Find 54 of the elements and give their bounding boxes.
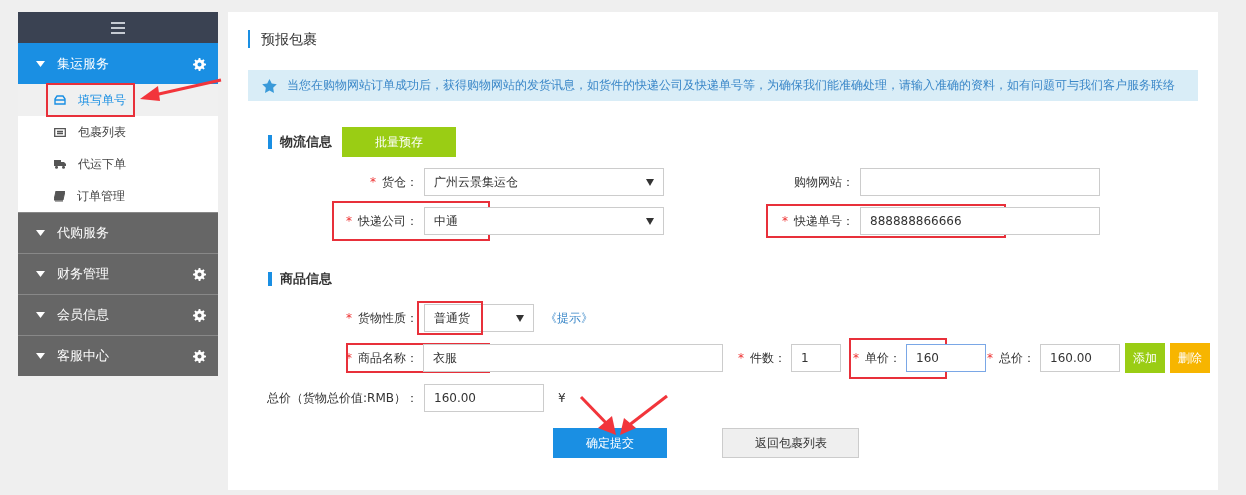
sidebar-section[interactable]: 客服中心 xyxy=(18,335,218,376)
caret-icon xyxy=(36,312,45,318)
select-field[interactable]: 广州云景集运仓 xyxy=(424,168,664,196)
caret-icon xyxy=(36,230,45,236)
settings-icon[interactable] xyxy=(193,57,206,71)
input-field[interactable]: 160.00 xyxy=(1040,344,1120,372)
sidebar-item[interactable]: 包裹列表 xyxy=(18,116,218,148)
field-label: * 件数： xyxy=(738,349,786,367)
pointer-arrow xyxy=(579,395,616,435)
sidebar-section[interactable]: 财务管理 xyxy=(18,253,218,294)
sidebar-section[interactable]: 代购服务 xyxy=(18,212,218,253)
page-title: 预报包裹 xyxy=(248,30,1198,48)
field-label: * 快递公司： xyxy=(346,212,418,230)
truck-icon xyxy=(54,159,66,169)
sidebar-item[interactable]: 代运下单 xyxy=(18,148,218,180)
settings-icon[interactable] xyxy=(193,267,206,281)
pointer-arrow xyxy=(620,394,668,435)
field-label: 总价（货物总价值:RMB）： xyxy=(267,389,418,407)
caret-icon xyxy=(646,217,654,225)
highlight-frame xyxy=(417,301,483,335)
input-field[interactable]: 160.00 xyxy=(424,384,544,412)
section-heading: 商品信息 xyxy=(268,272,332,286)
settings-icon[interactable] xyxy=(193,308,206,322)
settings-icon[interactable] xyxy=(193,349,206,363)
field-label: 购物网站： xyxy=(794,173,854,191)
field-label: * 货物性质： xyxy=(346,309,418,327)
input-field[interactable]: 160 xyxy=(906,344,986,372)
input-field[interactable]: 1 xyxy=(791,344,841,372)
field-label: * 总价： xyxy=(987,349,1035,367)
caret-icon xyxy=(36,353,45,359)
star-icon xyxy=(262,78,277,93)
input-field[interactable]: 衣服 xyxy=(423,344,723,372)
input-field[interactable] xyxy=(860,168,1100,196)
tray-icon xyxy=(54,95,66,105)
caret-icon xyxy=(36,61,45,67)
field-label: * 单价： xyxy=(853,349,901,367)
field-label: * 快递单号： xyxy=(782,212,854,230)
back-button[interactable]: 返回包裹列表 xyxy=(722,428,859,458)
menu-icon[interactable] xyxy=(111,21,125,34)
currency-symbol: ¥ xyxy=(558,391,566,405)
section-heading: 物流信息 xyxy=(268,135,332,149)
sidebar-item[interactable]: 订单管理 xyxy=(18,180,218,212)
caret-icon xyxy=(646,178,654,186)
book-icon xyxy=(54,190,65,202)
caret-icon xyxy=(516,314,524,322)
sidebar-section[interactable]: 会员信息 xyxy=(18,294,218,335)
notice-text: 当您在购物网站订单成功后，获得购物网站的发货讯息，如货件的快递公司及快递单号等，为确保我们能准确处理，请输入准确的资料，如有问题可与我们客户服务联络 xyxy=(287,77,1175,94)
select-field[interactable]: 中通 xyxy=(424,207,664,235)
caret-icon xyxy=(36,271,45,277)
field-label: * 货仓： xyxy=(370,173,418,191)
select-field[interactable]: 普通货 xyxy=(424,304,534,332)
input-field[interactable]: 888888866666 xyxy=(860,207,1100,235)
hint-link[interactable]: 《提示》 xyxy=(545,309,593,327)
list-icon xyxy=(54,127,66,137)
